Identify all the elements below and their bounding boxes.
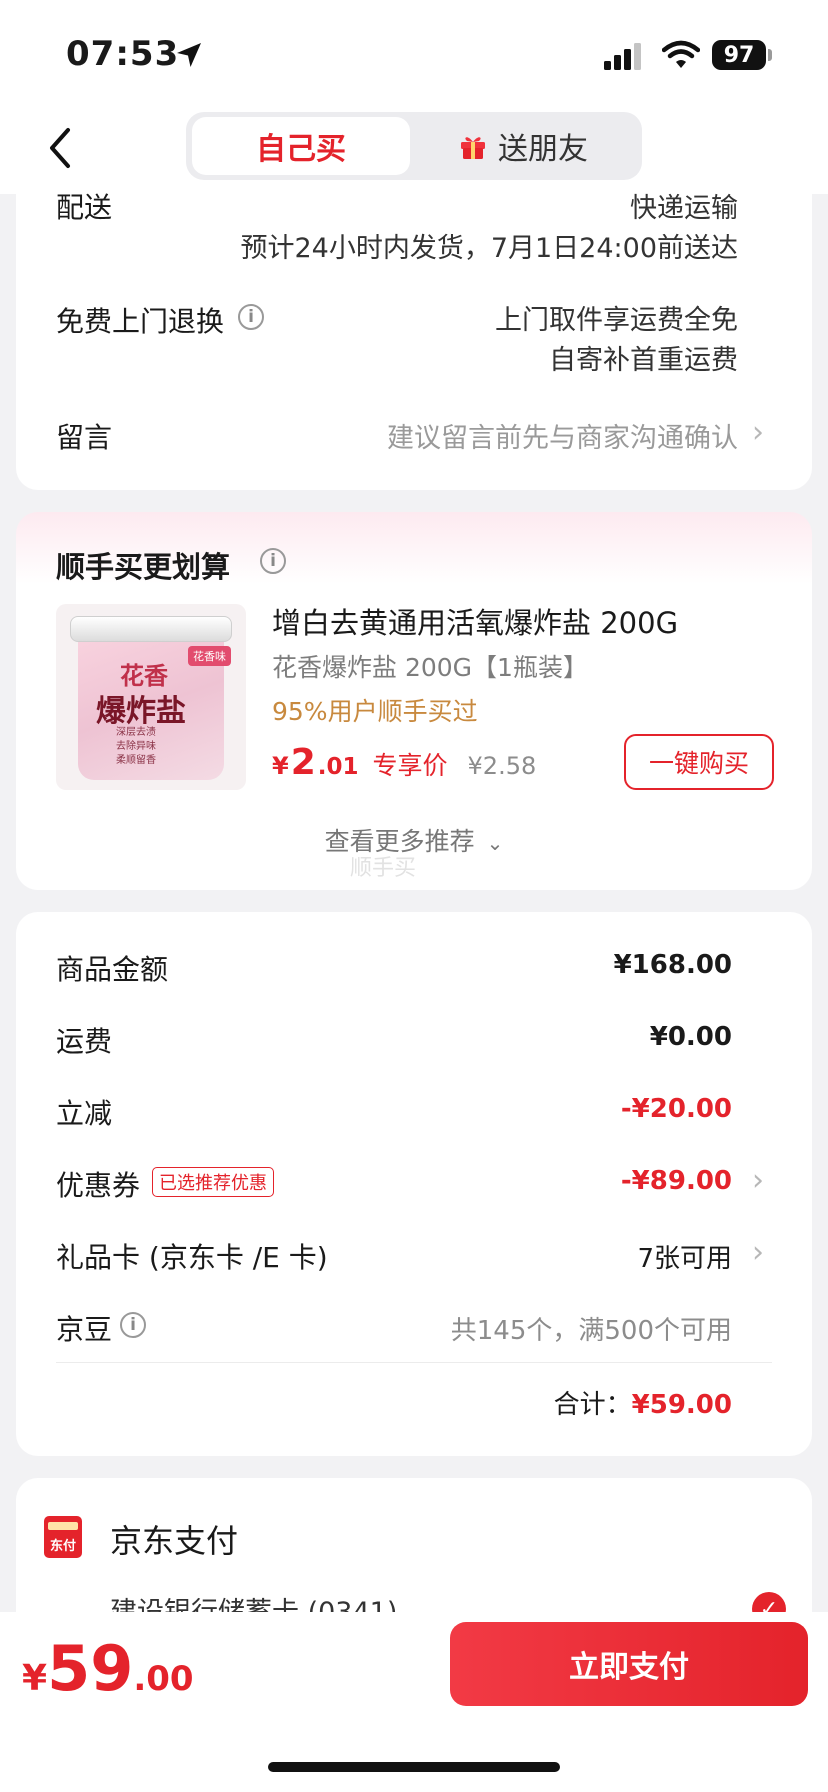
product-image-badge: 花香味: [188, 646, 231, 666]
more-recommend-button[interactable]: 查看更多推荐 ⌄: [290, 822, 538, 862]
bottom-total-integer: 59: [47, 1632, 134, 1705]
product-image-lines: 深层去渍 去除异味 柔顺留香: [116, 727, 156, 766]
price-integer: 2: [290, 742, 316, 783]
order-total-label: 合计：: [553, 1390, 632, 1420]
coupon-value: -¥89.00: [620, 1166, 732, 1196]
product-price: ¥ 2 .01 专享价 ¥2.58: [272, 742, 536, 783]
note-label: 留言: [56, 421, 113, 454]
bottom-total: ¥ 59 .00: [22, 1632, 194, 1705]
one-click-buy-button[interactable]: 一键购买: [624, 734, 774, 790]
recommended-coupon-badge: 已选推荐优惠: [152, 1167, 274, 1197]
bottom-total-decimal: .00: [133, 1659, 194, 1699]
original-price: ¥2.58: [467, 752, 537, 780]
goods-amount-label: 商品金额: [56, 953, 169, 986]
order-total-value: ¥59.00: [631, 1390, 732, 1420]
product-tub-graphic: 花香 爆炸盐 花香味 深层去渍 去除异味 柔顺留香: [70, 616, 232, 782]
pay-now-button[interactable]: 立即支付: [450, 1622, 808, 1706]
chevron-left-icon: [50, 128, 70, 168]
gift-icon: [461, 137, 485, 159]
product-spec: 花香爆炸盐 200G【1瓶装】: [272, 653, 588, 682]
return-label: 免费上门退换: [56, 305, 225, 338]
coupon-label: 优惠券: [56, 1169, 141, 1202]
home-indicator: [268, 1762, 560, 1772]
delivery-estimate: 预计24小时内发货，7月1日24:00前送达: [240, 233, 738, 264]
product-title[interactable]: 增白去黄通用活氧爆炸盐 200G: [272, 600, 678, 642]
product-image[interactable]: 花香 爆炸盐 花香味 深层去渍 去除异味 柔顺留香: [56, 604, 246, 790]
location-arrow-icon: [177, 43, 201, 67]
back-button[interactable]: [36, 120, 84, 176]
status-time: 07:53: [66, 34, 180, 74]
return-line-2: 自寄补首重运费: [549, 345, 738, 376]
more-recommend-label: 查看更多推荐: [324, 827, 475, 856]
product-image-text-2: 爆炸盐: [96, 694, 186, 729]
shipping-label: 运费: [56, 1025, 113, 1058]
return-line-1: 上门取件享运费全免: [495, 305, 738, 336]
tab-send-friend-label: 送朋友: [498, 132, 588, 167]
price-currency: ¥: [272, 752, 289, 780]
goods-amount-value: ¥168.00: [613, 950, 732, 980]
chevron-down-icon: ⌄: [486, 831, 504, 855]
gift-card-chevron-right-icon: ›: [752, 1235, 764, 1270]
jd-pay-logo-strip: [48, 1522, 78, 1530]
discount-value: -¥20.00: [620, 1094, 732, 1124]
wifi-icon: [662, 40, 700, 68]
info-icon[interactable]: i: [238, 304, 264, 330]
tab-buy-self[interactable]: 自己买: [192, 117, 410, 175]
coupon-chevron-right-icon: ›: [752, 1163, 764, 1198]
beans-info-icon[interactable]: i: [120, 1312, 146, 1338]
signal-icon: [604, 43, 641, 70]
jd-beans-value: 共145个，满500个可用: [450, 1316, 732, 1346]
battery-tip: [768, 49, 772, 61]
gift-card-value: 7张可用: [637, 1244, 732, 1274]
exclusive-price-tag: 专享价: [372, 751, 448, 780]
order-total: 合计：¥59.00: [460, 1384, 732, 1421]
battery-indicator: 97: [712, 40, 766, 70]
price-decimal: .01: [317, 754, 359, 780]
recommend-info-icon[interactable]: i: [260, 548, 286, 574]
tab-send-friend[interactable]: 送朋友: [410, 117, 636, 175]
recommend-title: 顺手买更划算: [56, 550, 231, 584]
summary-divider: [56, 1362, 772, 1363]
shipping-value: ¥0.00: [649, 1022, 732, 1052]
discount-label: 立减: [56, 1097, 113, 1130]
delivery-label: 配送: [56, 191, 113, 224]
delivery-method: 快递运输: [630, 193, 738, 224]
chevron-right-icon: ›: [752, 415, 764, 450]
jd-beans-label: 京豆: [56, 1313, 113, 1346]
payment-method-title: 京东支付: [110, 1522, 239, 1560]
note-placeholder: 建议留言前先与商家沟通确认: [387, 423, 738, 454]
product-stat: 95%用户顺手买过: [272, 697, 478, 726]
bottom-total-currency: ¥: [22, 1658, 48, 1699]
gift-card-label: 礼品卡 (京东卡 /E 卡): [56, 1241, 328, 1274]
